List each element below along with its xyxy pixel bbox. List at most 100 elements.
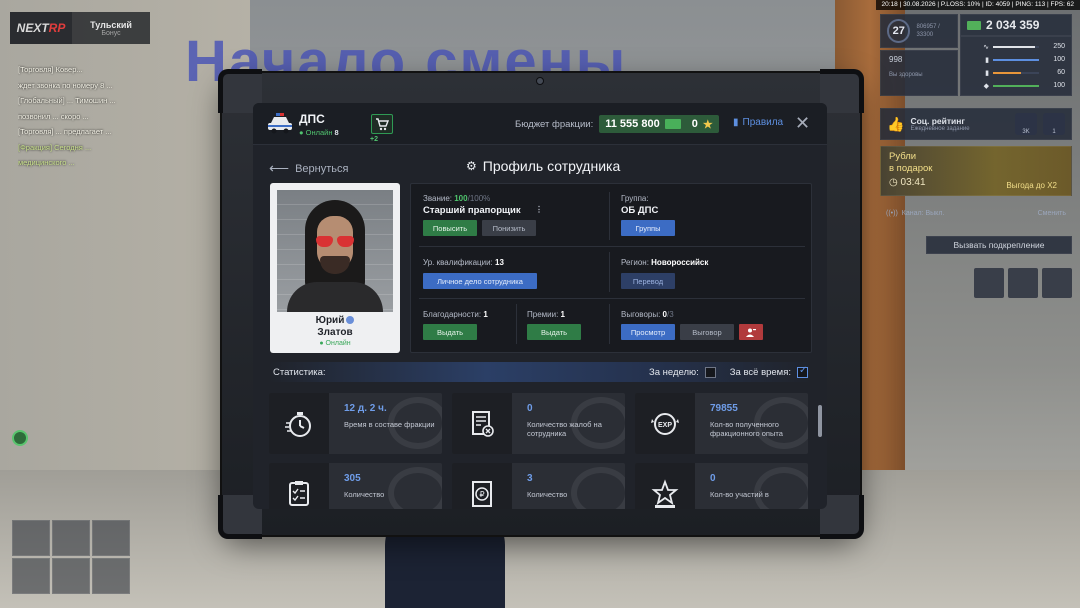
social-rating-panel[interactable]: 👍 Соц. рейтинг Ежедневное задание 3K 1: [880, 108, 1072, 140]
weapon-slot[interactable]: [12, 558, 50, 594]
arrow-left-icon: ⟵: [269, 160, 290, 176]
rank-name: Старший прапорщик: [423, 205, 521, 216]
budget-box: 11 555 800 0 ★: [599, 115, 719, 133]
qualification-field: Ур. квалификации: 13: [423, 258, 504, 267]
cash-icon: [967, 20, 981, 30]
view-reprimands-button[interactable]: Просмотр: [621, 324, 675, 340]
thumbs-up-icon: 👍: [887, 115, 905, 132]
stat-value: 79855: [710, 403, 738, 414]
social-reward-item: 1: [1043, 113, 1065, 135]
health-panel: 998 Вы здоровы: [880, 50, 958, 96]
stat-card: ₽ 3 Количество: [452, 463, 625, 509]
book-icon: ▮: [733, 117, 739, 128]
employee-info-panel: Звание: 100/100% Старший прапорщик ⋮ Пов…: [410, 183, 812, 353]
rank-field: Звание: 100/100% Старший прапорщик: [423, 194, 521, 216]
region-field: Регион: Новороссийск: [621, 258, 709, 267]
promo-line-1: Рубли: [889, 151, 917, 162]
stopwatch-icon: [269, 393, 329, 454]
promote-button[interactable]: Повысить: [423, 220, 477, 236]
demote-button[interactable]: Понизить: [482, 220, 536, 236]
weapon-slot[interactable]: [52, 520, 90, 556]
hotkey-icon[interactable]: [1008, 268, 1038, 298]
pulse-icon: ∿: [983, 43, 989, 51]
dossier-button[interactable]: Личное дело сотрудника: [423, 273, 537, 289]
stat-card: 0 Количество жалоб на сотрудника: [452, 393, 625, 454]
transfer-button[interactable]: Перевод: [621, 273, 675, 289]
page-title: ⚙ Профиль сотрудника: [466, 158, 621, 174]
gear-icon: ⚙: [466, 159, 477, 173]
weapon-slot[interactable]: [92, 558, 130, 594]
back-button[interactable]: ⟵ Вернуться: [269, 160, 348, 177]
exp-badge-icon: EXP: [635, 393, 695, 454]
thanks-field: Благодарности: 1: [423, 310, 488, 319]
vitals-bars: ∿ 250 ▮ 100 ▮ 60 ◆ 100: [960, 36, 1072, 96]
server-name: Тульский: [90, 19, 132, 30]
give-bonus-button[interactable]: Выдать: [527, 324, 581, 340]
group-field: Группа: ОБ ДПС: [621, 194, 659, 216]
promo-badge: Выгода до X2: [1006, 181, 1057, 190]
groups-button[interactable]: Группы: [621, 220, 675, 236]
employee-name: Юрий Златов: [315, 315, 355, 338]
rank-menu-icon[interactable]: ⋮: [535, 205, 543, 214]
give-thanks-button[interactable]: Выдать: [423, 324, 477, 340]
drink-icon: ▮: [985, 69, 989, 77]
tablet-header: ДПС ● Онлайн 8 +2 Бюджет фракции: 11 555 …: [253, 103, 827, 145]
radio-channel: ((•)) Канал: Выкл. Сменить: [880, 202, 1072, 224]
weapon-slot[interactable]: [12, 520, 50, 556]
logo-wordmark: NEXT RP: [10, 12, 72, 44]
radar-marker-icon: [12, 430, 28, 446]
week-filter-checkbox[interactable]: [704, 366, 716, 378]
faction-budget: Бюджет фракции: 11 555 800 0 ★: [515, 115, 719, 133]
reprimands-field: Выговоры: 0/3: [621, 310, 674, 319]
health-status: Вы здоровы: [889, 72, 923, 78]
group-value: ОБ ДПС: [621, 205, 659, 216]
stat-value: 998: [889, 55, 903, 64]
statistics-bar: Статистика: За неделю: За всё время:: [269, 362, 812, 382]
social-sub: Ежедневное задание: [910, 126, 970, 132]
all-time-filter-checkbox[interactable]: [797, 365, 808, 378]
week-filter-label: За неделю:: [648, 366, 699, 378]
bonus-field: Премии: 1: [527, 310, 565, 319]
cash-icon: [664, 119, 681, 129]
promo-banner[interactable]: Рубли в подарок ◷ 03:41 Выгода до X2: [880, 146, 1072, 196]
faction-online: ● Онлайн 8: [299, 128, 339, 137]
server-bonus: Бонус: [101, 29, 121, 37]
server-logo: NEXT RP Тульский Бонус: [10, 12, 150, 44]
radio-icon: ((•)): [886, 209, 898, 217]
weapon-slot[interactable]: [52, 558, 90, 594]
hud-quick-icons: [970, 268, 1072, 300]
issue-reprimand-button[interactable]: Выговор: [680, 324, 734, 340]
weapon-slots: [12, 520, 130, 596]
fire-user-icon[interactable]: [739, 324, 763, 340]
svg-text:₽: ₽: [479, 490, 484, 499]
money-value: 2 034 359: [986, 18, 1040, 32]
employee-status: ● Онлайн: [319, 340, 351, 347]
notification-bell-icon[interactable]: [1042, 268, 1072, 298]
level-badge: 27: [887, 19, 911, 43]
level-panel: 27 806957 / 33300: [880, 14, 958, 48]
stat-card: 305 Количество: [269, 463, 442, 509]
svg-text:EXP: EXP: [658, 422, 672, 429]
tablet-camera: [536, 77, 544, 85]
armor-icon: ◆: [983, 82, 989, 90]
calendar-icon[interactable]: [974, 268, 1004, 298]
shop-cart-button[interactable]: [371, 114, 393, 134]
statistics-label: Статистика:: [273, 366, 326, 378]
stat-value: 0: [710, 473, 716, 484]
social-title: Соц. рейтинг: [910, 116, 965, 126]
verified-icon: [346, 316, 355, 325]
promo-line-2: в подарок: [889, 163, 933, 174]
checklist-icon: [269, 463, 329, 509]
cart-badge: +2: [370, 136, 378, 143]
scrollbar-thumb[interactable]: [818, 405, 822, 437]
radio-change-label: Сменить: [1037, 209, 1066, 217]
stat-value: 3: [527, 473, 533, 484]
rules-link[interactable]: ▮ Правила: [733, 117, 783, 128]
all-time-filter-label: За всё время:: [729, 366, 791, 378]
police-car-icon: [268, 113, 292, 134]
budget-value: 11 555 800: [605, 118, 660, 130]
call-backup-button[interactable]: Вызвать подкрепление: [926, 236, 1072, 254]
close-icon[interactable]: ✕: [795, 113, 810, 134]
budget-coins: 0: [691, 118, 698, 130]
weapon-slot[interactable]: [92, 520, 130, 556]
